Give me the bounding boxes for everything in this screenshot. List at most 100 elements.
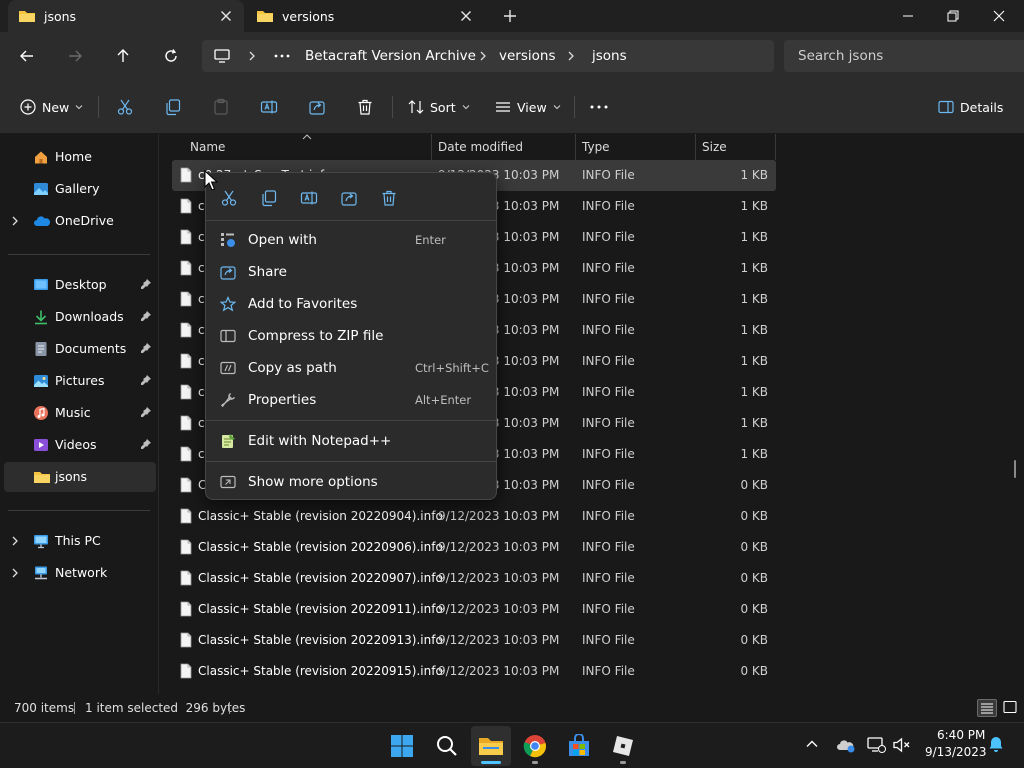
column-divider[interactable] [431, 134, 432, 160]
context-share-button[interactable] [333, 184, 365, 212]
close-tab-icon[interactable] [218, 8, 234, 24]
sidebar-item-home[interactable]: Home [0, 142, 156, 172]
sidebar-item-desktop[interactable]: Desktop [0, 270, 156, 300]
volume-muted-icon[interactable] [892, 736, 912, 754]
breadcrumb-versions[interactable]: versions [499, 40, 555, 72]
sidebar-item-onedrive[interactable]: OneDrive [0, 206, 156, 236]
pin-icon[interactable] [140, 406, 152, 418]
forward-button[interactable] [59, 40, 91, 72]
sidebar-item-pictures[interactable]: Pictures [0, 366, 156, 396]
paste-button[interactable] [212, 91, 230, 123]
context-copy-button[interactable] [253, 184, 285, 212]
tab-jsons[interactable]: jsons [8, 0, 244, 32]
back-button[interactable] [11, 40, 43, 72]
file-row[interactable]: Classic+ Stable (revision 20220911).info… [172, 594, 776, 625]
pin-icon[interactable] [140, 310, 152, 322]
rename-button[interactable] [260, 91, 278, 123]
notification-bell-icon[interactable] [987, 735, 1005, 753]
menu-item-open-with[interactable]: Open with Enter [209, 224, 493, 256]
sidebar-item-music[interactable]: Music [0, 398, 156, 428]
delete-button[interactable] [356, 91, 374, 123]
network-tray-icon[interactable] [866, 736, 886, 754]
file-icon [180, 632, 192, 648]
menu-item-show-more-options[interactable]: Show more options [209, 466, 493, 498]
chevron-right-icon[interactable] [10, 535, 20, 547]
column-header-date[interactable]: Date modified [438, 134, 523, 160]
context-delete-button[interactable] [373, 184, 405, 212]
share-button[interactable] [308, 91, 326, 123]
pin-icon[interactable] [140, 342, 152, 354]
sidebar-item-this-pc[interactable]: This PC [0, 526, 156, 556]
menu-item-shortcut: Ctrl+Shift+C [415, 361, 489, 375]
sidebar-item-downloads[interactable]: Downloads [0, 302, 156, 332]
taskbar-chrome[interactable] [515, 726, 555, 766]
up-button[interactable] [107, 40, 139, 72]
sidebar-item-documents[interactable]: Documents [0, 334, 156, 364]
sidebar-item-jsons[interactable]: jsons [4, 462, 156, 492]
new-button[interactable]: New [20, 91, 83, 123]
pane-divider[interactable] [158, 134, 159, 694]
taskbar-search-button[interactable] [427, 726, 467, 766]
close-tab-icon[interactable] [458, 8, 474, 24]
column-divider[interactable] [775, 134, 776, 160]
details-button[interactable]: Details [938, 91, 1003, 123]
download-icon [33, 309, 49, 325]
sidebar-item-videos[interactable]: Videos [0, 430, 156, 460]
file-name: Classic+ Stable (revision 20220913).info [198, 633, 443, 647]
sidebar-item-label: Videos [55, 437, 97, 452]
chevron-right-icon[interactable] [10, 215, 20, 227]
sidebar-item-network[interactable]: Network [0, 558, 156, 588]
column-header-name[interactable]: Name [190, 134, 225, 160]
column-divider[interactable] [695, 134, 696, 160]
new-tab-button[interactable] [500, 8, 520, 24]
file-row[interactable]: Classic+ Stable (revision 20220904).info… [172, 501, 776, 532]
menu-item-properties[interactable]: Properties Alt+Enter [209, 384, 493, 416]
taskbar-store[interactable] [559, 726, 599, 766]
cut-button[interactable] [116, 91, 134, 123]
breadcrumb-jsons[interactable]: jsons [592, 40, 627, 72]
show-hidden-icons-button[interactable] [804, 736, 820, 752]
breadcrumb-betacraft[interactable]: Betacraft Version Archive [305, 40, 476, 72]
menu-item-add-to-favorites[interactable]: Add to Favorites [209, 288, 493, 320]
menu-item-share[interactable]: Share [209, 256, 493, 288]
minimize-button[interactable] [885, 0, 931, 32]
refresh-button[interactable] [155, 40, 187, 72]
file-row[interactable]: Classic+ Stable (revision 20220913).info… [172, 625, 776, 656]
restore-button[interactable] [930, 0, 976, 32]
tab-versions[interactable]: versions [246, 0, 484, 32]
folder-icon [256, 8, 274, 24]
chevron-right-icon [477, 48, 489, 64]
search-input[interactable]: Search jsons [784, 40, 1024, 72]
see-more-button[interactable] [589, 91, 609, 123]
start-button[interactable] [382, 726, 422, 766]
copy-button[interactable] [164, 91, 182, 123]
taskbar-file-explorer[interactable] [471, 726, 511, 766]
menu-item-edit-notepadpp[interactable]: Edit with Notepad++ [209, 425, 493, 457]
column-header-size[interactable]: Size [702, 134, 727, 160]
close-window-button[interactable] [976, 0, 1022, 32]
onedrive-tray-icon[interactable] [836, 736, 856, 754]
more-options-icon [220, 474, 236, 490]
monitor-icon[interactable] [213, 47, 231, 65]
file-row[interactable]: Classic+ Stable (revision 20220907).info… [172, 563, 776, 594]
view-button[interactable]: View [495, 91, 561, 123]
scrollbar-thumb[interactable] [1014, 460, 1016, 478]
pin-icon[interactable] [140, 438, 152, 450]
file-row[interactable]: Classic+ Stable (revision 20220906).info… [172, 532, 776, 563]
file-row[interactable]: Classic+ Stable (revision 20220915).info… [172, 656, 776, 687]
column-divider[interactable] [575, 134, 576, 160]
context-rename-button[interactable] [293, 184, 325, 212]
sidebar-item-label: Downloads [55, 309, 124, 324]
tiles-view-button[interactable] [1001, 699, 1021, 717]
more-locations-icon[interactable] [272, 48, 292, 64]
taskbar-roblox[interactable] [603, 726, 643, 766]
sort-button[interactable]: Sort [408, 91, 470, 123]
details-view-button[interactable] [977, 699, 997, 717]
pin-icon[interactable] [140, 278, 152, 290]
pin-icon[interactable] [140, 374, 152, 386]
column-header-type[interactable]: Type [582, 134, 610, 160]
chevron-right-icon[interactable] [10, 567, 20, 579]
menu-item-compress-zip[interactable]: Compress to ZIP file [209, 320, 493, 352]
sidebar-item-gallery[interactable]: Gallery [0, 174, 156, 204]
menu-item-copy-as-path[interactable]: Copy as path Ctrl+Shift+C [209, 352, 493, 384]
